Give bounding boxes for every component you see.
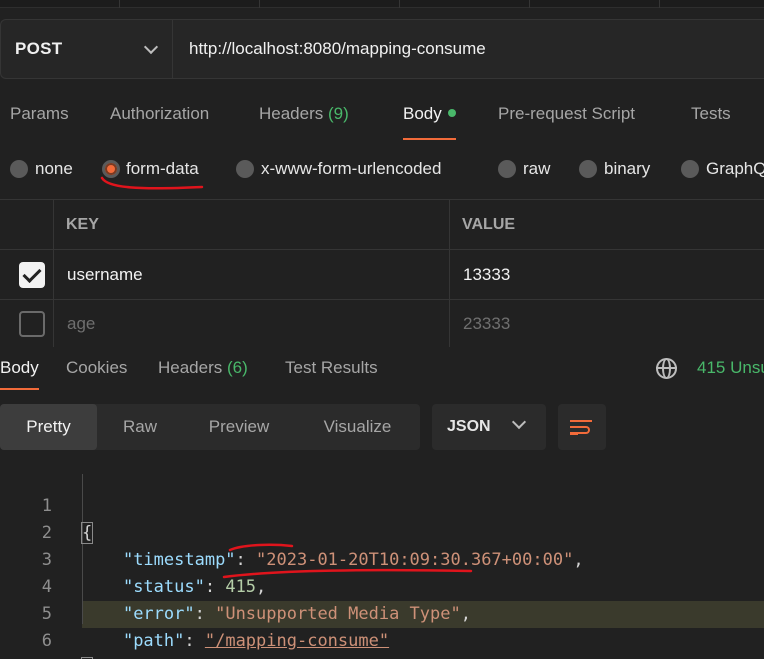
radio-graphql[interactable] [681, 160, 699, 178]
json-key: "path" [122, 631, 185, 651]
row-checkbox-cell [19, 250, 45, 299]
radio-urlencoded[interactable] [236, 160, 254, 178]
radio-form-data[interactable] [102, 160, 120, 178]
code-line: 2 "timestamp": "2023-01-20T10:09:30.367+… [0, 493, 764, 570]
radio-none[interactable] [10, 160, 28, 178]
language-select[interactable]: JSON [432, 404, 546, 450]
tab-params[interactable]: Params [10, 104, 69, 124]
response-tabs: Body Cookies Headers (6) Test Results 41… [0, 350, 764, 390]
radio-graphql-label[interactable]: GraphQ [706, 159, 764, 179]
method-select[interactable]: POST [1, 20, 173, 78]
globe-icon[interactable] [656, 358, 677, 379]
tab-pre-request-script[interactable]: Pre-request Script [498, 104, 635, 124]
code-line: 3 "status": 415, [0, 520, 764, 597]
code-line: 6 } [0, 601, 764, 659]
checkbox-icon[interactable] [19, 261, 45, 288]
form-data-table: KEY VALUE username 13333 age 23333 [0, 199, 764, 347]
tab-body-label: Body [403, 104, 442, 123]
response-body-editor[interactable]: 1 { 2 "timestamp": "2023-01-20T10:09:30.… [0, 466, 764, 659]
radio-binary-label[interactable]: binary [604, 159, 650, 179]
request-tabs: Params Authorization Headers (9) Body Pr… [0, 90, 764, 140]
row-value[interactable]: 13333 [463, 250, 510, 299]
radio-binary[interactable] [579, 160, 597, 178]
table-header-row: KEY VALUE [0, 200, 764, 250]
radio-urlencoded-label[interactable]: x-www-form-urlencoded [261, 159, 441, 179]
tab-test-results[interactable]: Test Results [285, 358, 378, 378]
view-mode-group: Pretty Raw Preview Visualize [0, 404, 420, 450]
tab-authorization[interactable]: Authorization [110, 104, 209, 124]
top-tab-strip [0, 0, 764, 8]
body-type-selector: none form-data x-www-form-urlencoded raw… [0, 152, 764, 186]
code-line: 5 "path": "/mapping-consume" [0, 574, 764, 651]
visualize-button[interactable]: Visualize [295, 404, 420, 450]
raw-button[interactable]: Raw [97, 404, 183, 450]
tab-tests[interactable]: Tests [691, 104, 731, 124]
tab-cookies[interactable]: Cookies [66, 358, 127, 378]
pretty-button[interactable]: Pretty [0, 404, 97, 450]
headers-count: (9) [328, 104, 349, 123]
wrap-lines-button[interactable] [558, 404, 606, 450]
url-input[interactable]: http://localhost:8080/mapping-consume [173, 39, 486, 59]
table-row: age 23333 [0, 300, 764, 347]
value-column-header: VALUE [462, 215, 516, 233]
line-number: 6 [41, 631, 52, 651]
tab-response-headers[interactable]: Headers (6) [158, 358, 248, 378]
response-headers-count: (6) [227, 358, 248, 377]
chevron-down-icon [511, 414, 527, 430]
tab-headers[interactable]: Headers (9) [259, 104, 349, 124]
status-badge[interactable]: 415 Unsu [697, 358, 764, 378]
code-text: } [80, 655, 94, 659]
row-value[interactable]: 23333 [463, 300, 510, 347]
chevron-down-icon [143, 39, 159, 54]
tab-body[interactable]: Body [403, 104, 456, 140]
preview-button[interactable]: Preview [183, 404, 295, 450]
method-label: POST [15, 39, 63, 58]
checkbox-icon[interactable] [19, 310, 45, 337]
language-label: JSON [447, 418, 491, 435]
code-line: 1 { [0, 466, 764, 544]
body-indicator-dot [447, 108, 456, 117]
radio-none-label[interactable]: none [35, 159, 73, 179]
row-checkbox-cell [19, 300, 45, 347]
key-column-header: KEY [66, 215, 99, 233]
code-line: 4 "error": "Unsupported Media Type", [0, 547, 764, 624]
radio-raw-label[interactable]: raw [523, 159, 550, 179]
json-link-value[interactable]: "/mapping-consume" [205, 631, 389, 651]
radio-raw[interactable] [498, 160, 516, 178]
row-key[interactable]: age [67, 300, 95, 347]
row-key[interactable]: username [67, 250, 143, 299]
tab-headers-label: Headers [259, 104, 324, 123]
tab-response-body[interactable]: Body [0, 358, 39, 390]
tab-response-headers-label: Headers [158, 358, 223, 377]
url-bar: POST http://localhost:8080/mapping-consu… [0, 19, 764, 79]
radio-form-data-label[interactable]: form-data [126, 159, 199, 179]
table-row: username 13333 [0, 250, 764, 300]
code-text: "path": "/mapping-consume" [122, 631, 390, 651]
